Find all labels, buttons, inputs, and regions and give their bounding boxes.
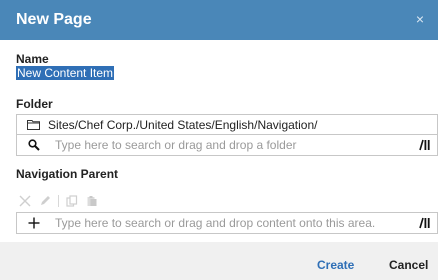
close-icon[interactable]: × [410,9,430,29]
folder-search-placeholder: Type here to search or drag and drop a f… [55,138,297,152]
dialog-title-bar: New Page × [0,0,438,40]
remove-icon[interactable] [18,194,32,208]
dialog-footer: Create Cancel [0,242,438,280]
folder-label: Folder [16,97,53,111]
navigation-parent-placeholder: Type here to search or drag and drop con… [55,216,376,230]
selected-folder[interactable]: Sites/Chef Corp./United States/English/N… [16,114,438,134]
dialog-title: New Page [16,11,92,28]
navigation-parent-search-input[interactable]: Type here to search or drag and drop con… [16,212,438,234]
library-icon[interactable] [417,216,431,230]
name-label: Name [16,52,49,66]
add-icon[interactable] [27,216,41,230]
library-icon[interactable] [417,138,431,152]
paste-icon[interactable] [85,194,99,208]
search-icon [27,138,41,152]
copy-icon[interactable] [65,194,79,208]
create-button[interactable]: Create [317,242,354,280]
name-field[interactable]: New Content Item [16,66,420,84]
folder-search-input[interactable]: Type here to search or drag and drop a f… [16,134,438,156]
navigation-parent-toolbar [18,193,99,209]
cancel-button[interactable]: Cancel [389,242,428,280]
toolbar-divider [58,195,59,207]
name-value: New Content Item [16,66,115,80]
navigation-parent-label: Navigation Parent [16,167,119,181]
edit-icon[interactable] [38,194,52,208]
folder-icon [27,119,40,130]
folder-path-text: Sites/Chef Corp./United States/English/N… [48,117,318,132]
